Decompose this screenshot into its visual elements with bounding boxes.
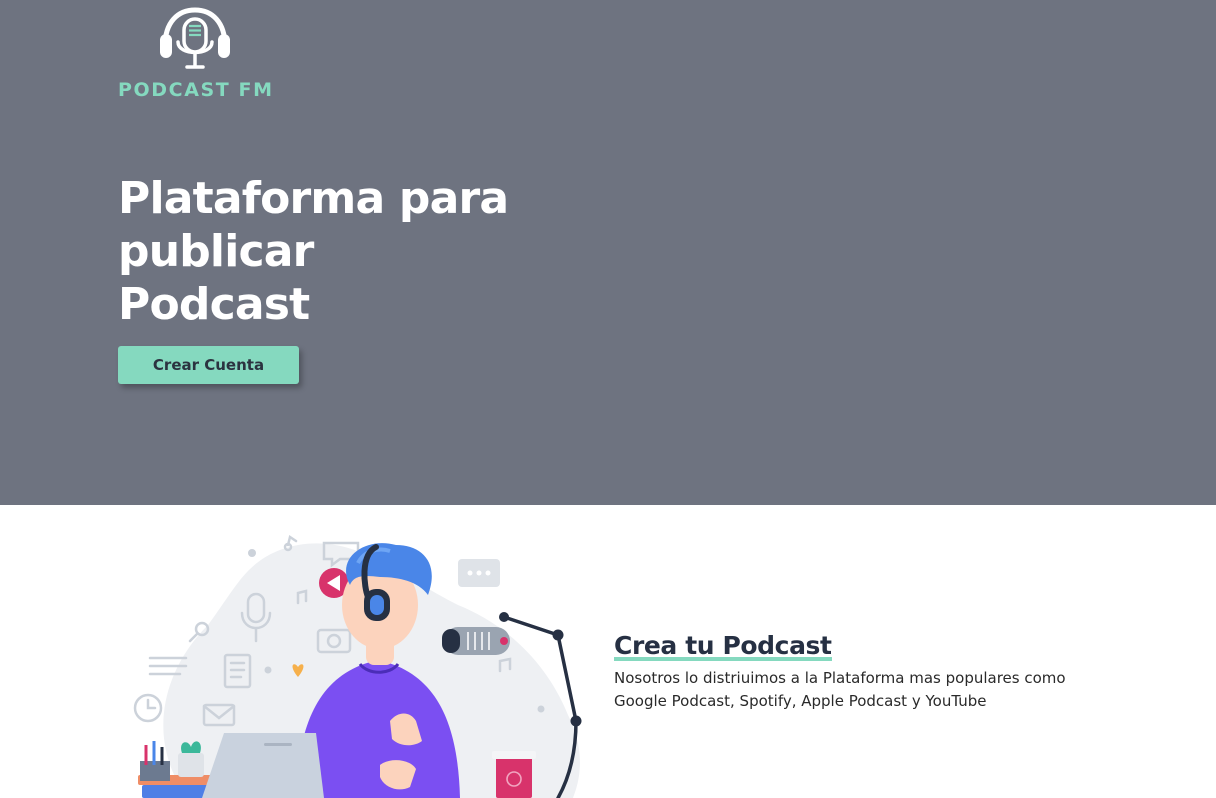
- logo-text: PODCAST FM: [118, 79, 274, 101]
- headline-line-2: publicar: [118, 226, 314, 277]
- podcast-headphones-microphone-icon: [160, 7, 230, 69]
- feature-description: Nosotros lo distriuimos a la Plataforma …: [614, 669, 1066, 710]
- create-account-button[interactable]: Crear Cuenta: [118, 346, 299, 384]
- feature-title: Crea tu Podcast: [614, 628, 832, 664]
- headline-line-3: Podcast: [118, 279, 310, 330]
- logo-link[interactable]: PODCAST FM: [118, 0, 272, 110]
- headline-line-1: Plataforma para: [118, 173, 509, 224]
- hero-headline: Plataforma para publicar Podcast: [118, 172, 598, 331]
- hero-section: PODCAST FM Plataforma para publicar Podc…: [0, 0, 1216, 505]
- podcaster-illustration: [133, 534, 582, 798]
